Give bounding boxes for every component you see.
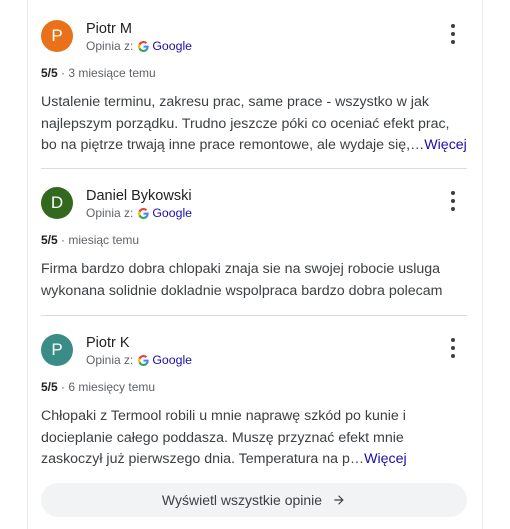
rating-score: 5/5 <box>41 233 58 247</box>
reviewer-name[interactable]: Daniel Bykowski <box>86 188 192 204</box>
arrow-right-icon <box>334 495 344 505</box>
review-text-line: najlepszym porządku. Trudno jeszcze póki… <box>41 115 450 132</box>
review-card: D Daniel Bykowski Opinia z: Google 5/5 ·… <box>41 187 467 307</box>
review-rating: 5/5 · 3 miesiące temu <box>41 66 156 80</box>
review-source: Opinia z: Google <box>86 353 192 367</box>
avatar[interactable]: P <box>41 334 73 366</box>
more-options-icon[interactable] <box>445 191 461 211</box>
show-all-reviews-button[interactable]: Wyświetl wszystkie opinie <box>41 483 467 517</box>
review-time: · 6 miesięcy temu <box>61 380 156 394</box>
review-text: Firma bardzo dobra chlopaki znaja sie na… <box>41 259 471 302</box>
rating-score: 5/5 <box>41 380 58 394</box>
source-label: Opinia z: <box>86 206 134 220</box>
review-text-line: bo na piętrze trwają inne prace remontow… <box>41 137 467 153</box>
review-text: Ustalenie terminu, zakresu prac, same pr… <box>41 92 471 157</box>
review-text-line: Firma bardzo dobra chlopaki znaja sie na… <box>41 261 441 277</box>
review-text-line: Chłopaki z Termool robili u mnie naprawę… <box>41 408 406 424</box>
show-all-reviews-label: Wyświetl wszystkie opinie <box>161 492 323 508</box>
review-text: Chłopaki z Termool robili u mnie naprawę… <box>41 406 471 471</box>
more-link[interactable]: Więcej <box>424 137 467 153</box>
review-source: Opinia z: Google <box>86 206 192 220</box>
more-options-icon[interactable] <box>445 338 461 358</box>
reviewer-name[interactable]: Piotr K <box>86 335 130 351</box>
avatar[interactable]: D <box>41 187 73 219</box>
divider <box>41 168 467 169</box>
google-icon <box>138 40 150 52</box>
review-text-line: docieplanie całego poddasza. Muszę przyz… <box>41 429 404 446</box>
source-google-label[interactable]: Google <box>152 353 192 367</box>
review-source: Opinia z: Google <box>86 39 192 53</box>
source-google-label[interactable]: Google <box>152 39 192 53</box>
divider <box>41 315 467 316</box>
review-card: P Piotr M Opinia z: Google 5/5 · 3 miesi… <box>41 20 467 170</box>
source-google-label[interactable]: Google <box>152 206 192 220</box>
source-label: Opinia z: <box>86 39 134 53</box>
source-label: Opinia z: <box>86 353 134 367</box>
rating-score: 5/5 <box>41 66 58 80</box>
google-icon <box>138 354 150 366</box>
review-time: · miesiąc temu <box>61 233 140 247</box>
more-link[interactable]: Więcej <box>364 451 407 467</box>
google-icon <box>138 207 150 219</box>
review-rating: 5/5 · miesiąc temu <box>41 233 139 247</box>
review-rating: 5/5 · 6 miesięcy temu <box>41 380 155 394</box>
review-time: · 3 miesiące temu <box>61 66 156 80</box>
review-text-line: Ustalenie terminu, zakresu prac, same pr… <box>41 94 429 110</box>
reviewer-name[interactable]: Piotr M <box>86 21 132 37</box>
avatar[interactable]: P <box>41 20 73 52</box>
review-text-line: zaskoczył już pierwszego dnia. Temperatu… <box>41 451 407 467</box>
review-text-line: wykonana solidnie dokladnie wspolpraca b… <box>41 282 443 299</box>
more-options-icon[interactable] <box>445 24 461 44</box>
review-card: P Piotr K Opinia z: Google 5/5 · 6 miesi… <box>41 334 467 474</box>
